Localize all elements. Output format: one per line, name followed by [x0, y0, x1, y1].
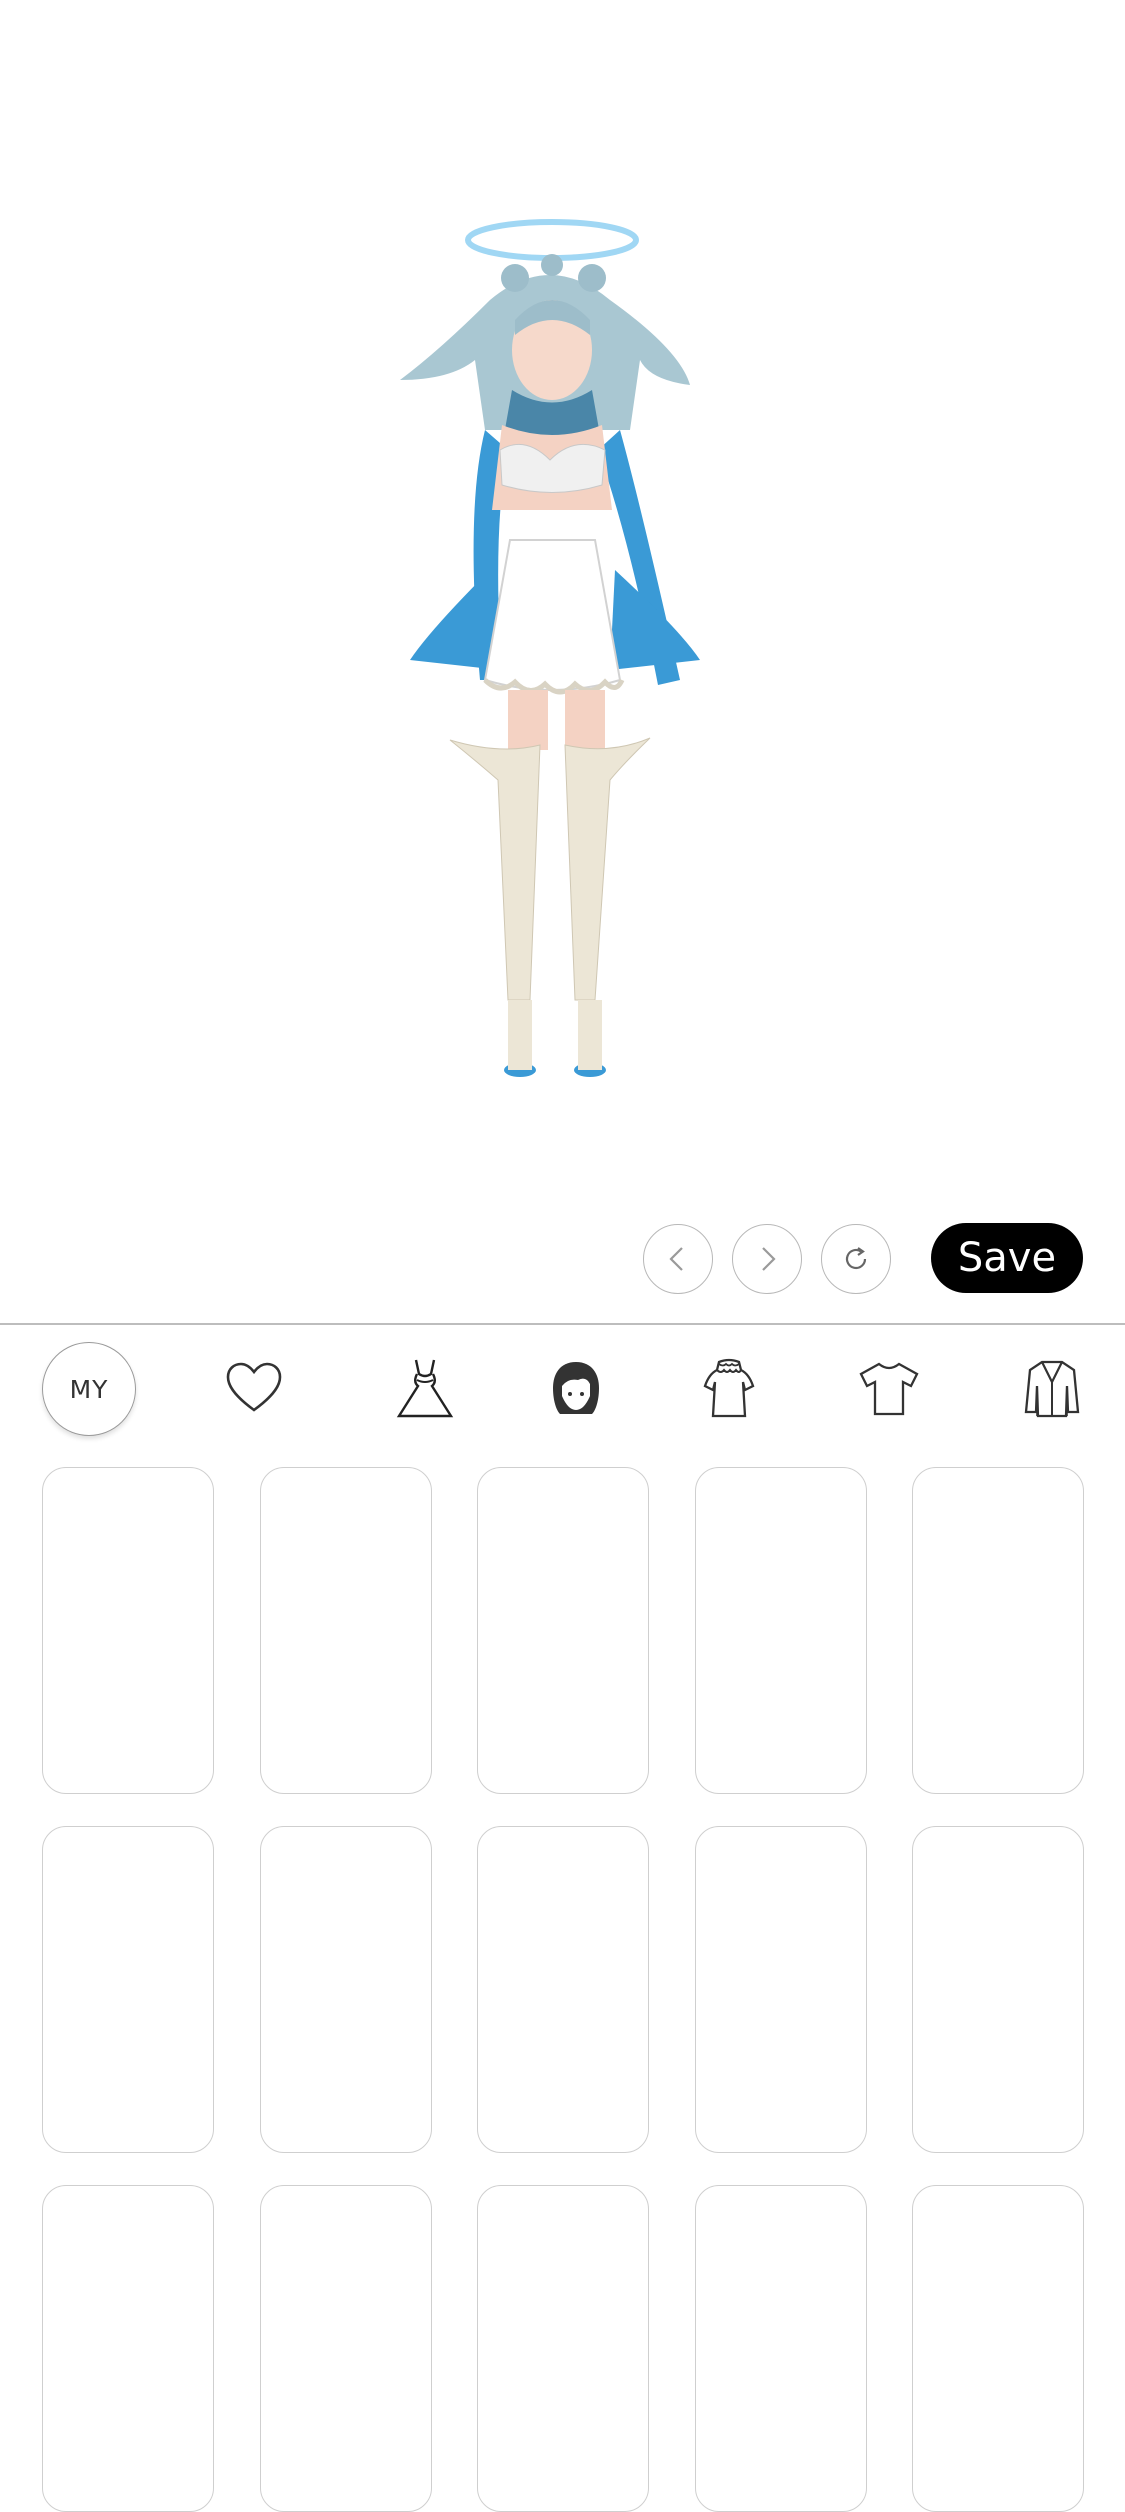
item-slot[interactable] [259, 1467, 432, 1794]
category-jacket[interactable] [1002, 1340, 1102, 1436]
character-stage [0, 0, 1125, 1320]
item-slot[interactable] [259, 1826, 432, 2153]
category-my[interactable]: MY [42, 1342, 136, 1436]
item-slot[interactable] [259, 2185, 432, 2512]
item-slot[interactable] [694, 1467, 867, 1794]
save-button[interactable]: Save [931, 1223, 1083, 1293]
category-tshirt[interactable] [839, 1340, 939, 1436]
chevron-left-icon [669, 1247, 683, 1271]
item-slot[interactable] [477, 1467, 649, 1794]
chevron-right-icon [762, 1247, 776, 1271]
skirt [483, 539, 622, 691]
item-slot[interactable] [694, 2185, 867, 2512]
category-favorites[interactable] [204, 1340, 304, 1436]
item-slot[interactable] [477, 2185, 649, 2512]
item-slot[interactable] [912, 2185, 1084, 2512]
category-dress[interactable] [375, 1340, 475, 1436]
top-blouse-icon [703, 1358, 755, 1418]
item-grid [42, 1467, 1084, 2512]
item-slot[interactable] [694, 1826, 867, 2153]
divider [0, 1323, 1125, 1325]
jacket-icon [1024, 1360, 1080, 1418]
dress-icon [396, 1359, 454, 1418]
item-slot[interactable] [42, 1467, 214, 1794]
tshirt-icon [859, 1362, 919, 1416]
item-slot[interactable] [42, 1826, 214, 2153]
undo-button[interactable] [643, 1224, 713, 1294]
hair-icon [553, 1362, 599, 1414]
reset-button[interactable] [821, 1224, 891, 1294]
category-blouse[interactable] [679, 1340, 779, 1436]
item-slot[interactable] [912, 1467, 1084, 1794]
item-slot[interactable] [477, 1826, 649, 2153]
redo-button[interactable] [732, 1224, 802, 1294]
character-avatar [400, 219, 700, 1077]
refresh-icon [845, 1247, 867, 1270]
item-slot[interactable] [912, 1826, 1084, 2153]
item-slot[interactable] [42, 2185, 214, 2512]
halo [465, 219, 639, 261]
heart-icon [226, 1362, 282, 1412]
category-hair[interactable] [526, 1340, 626, 1436]
